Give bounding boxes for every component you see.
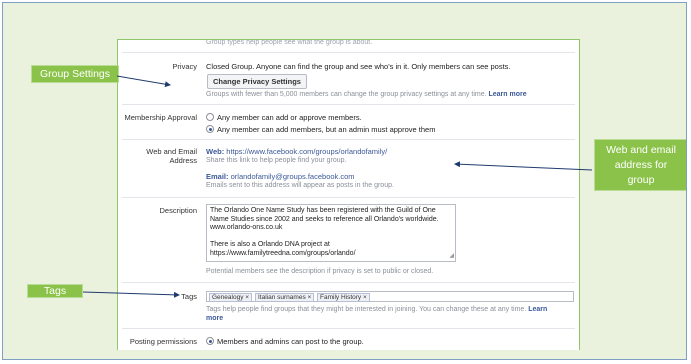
screenshot-frame: Group types help people see what the gro…	[2, 2, 687, 360]
tags-arrow	[82, 291, 180, 298]
group-settings-arrow	[116, 75, 171, 88]
callout-arrows	[82, 75, 593, 298]
web-email-arrow	[454, 161, 593, 171]
